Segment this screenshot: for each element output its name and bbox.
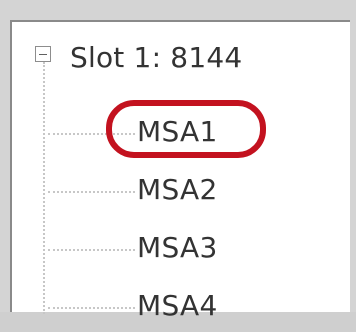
window-frame: Slot 1: 8144 MSA1 MSA2 MSA3 MSA4 <box>0 0 356 320</box>
tree-item-label: MSA2 <box>137 173 218 206</box>
device-tree: Slot 1: 8144 MSA1 MSA2 MSA3 MSA4 <box>12 22 350 320</box>
tree-connector-horizontal <box>48 249 135 251</box>
tree-item-msa1[interactable]: MSA1 <box>48 110 308 158</box>
collapse-minus-icon[interactable] <box>35 46 51 62</box>
tree-item-label: MSA1 <box>137 115 218 148</box>
tree-connector-vertical <box>43 62 45 314</box>
tree-item-msa4[interactable]: MSA4 <box>48 284 308 332</box>
tree-connector-horizontal <box>48 307 135 309</box>
tree-connector-horizontal <box>48 133 135 135</box>
tree-connector-horizontal <box>48 191 135 193</box>
tree-root-slot-label[interactable]: Slot 1: 8144 <box>70 44 242 72</box>
tree-item-msa3[interactable]: MSA3 <box>48 226 308 274</box>
tree-panel: Slot 1: 8144 MSA1 MSA2 MSA3 MSA4 <box>10 20 350 320</box>
tree-item-label: MSA4 <box>137 289 218 322</box>
tree-item-label: MSA3 <box>137 231 218 264</box>
tree-item-msa2[interactable]: MSA2 <box>48 168 308 216</box>
